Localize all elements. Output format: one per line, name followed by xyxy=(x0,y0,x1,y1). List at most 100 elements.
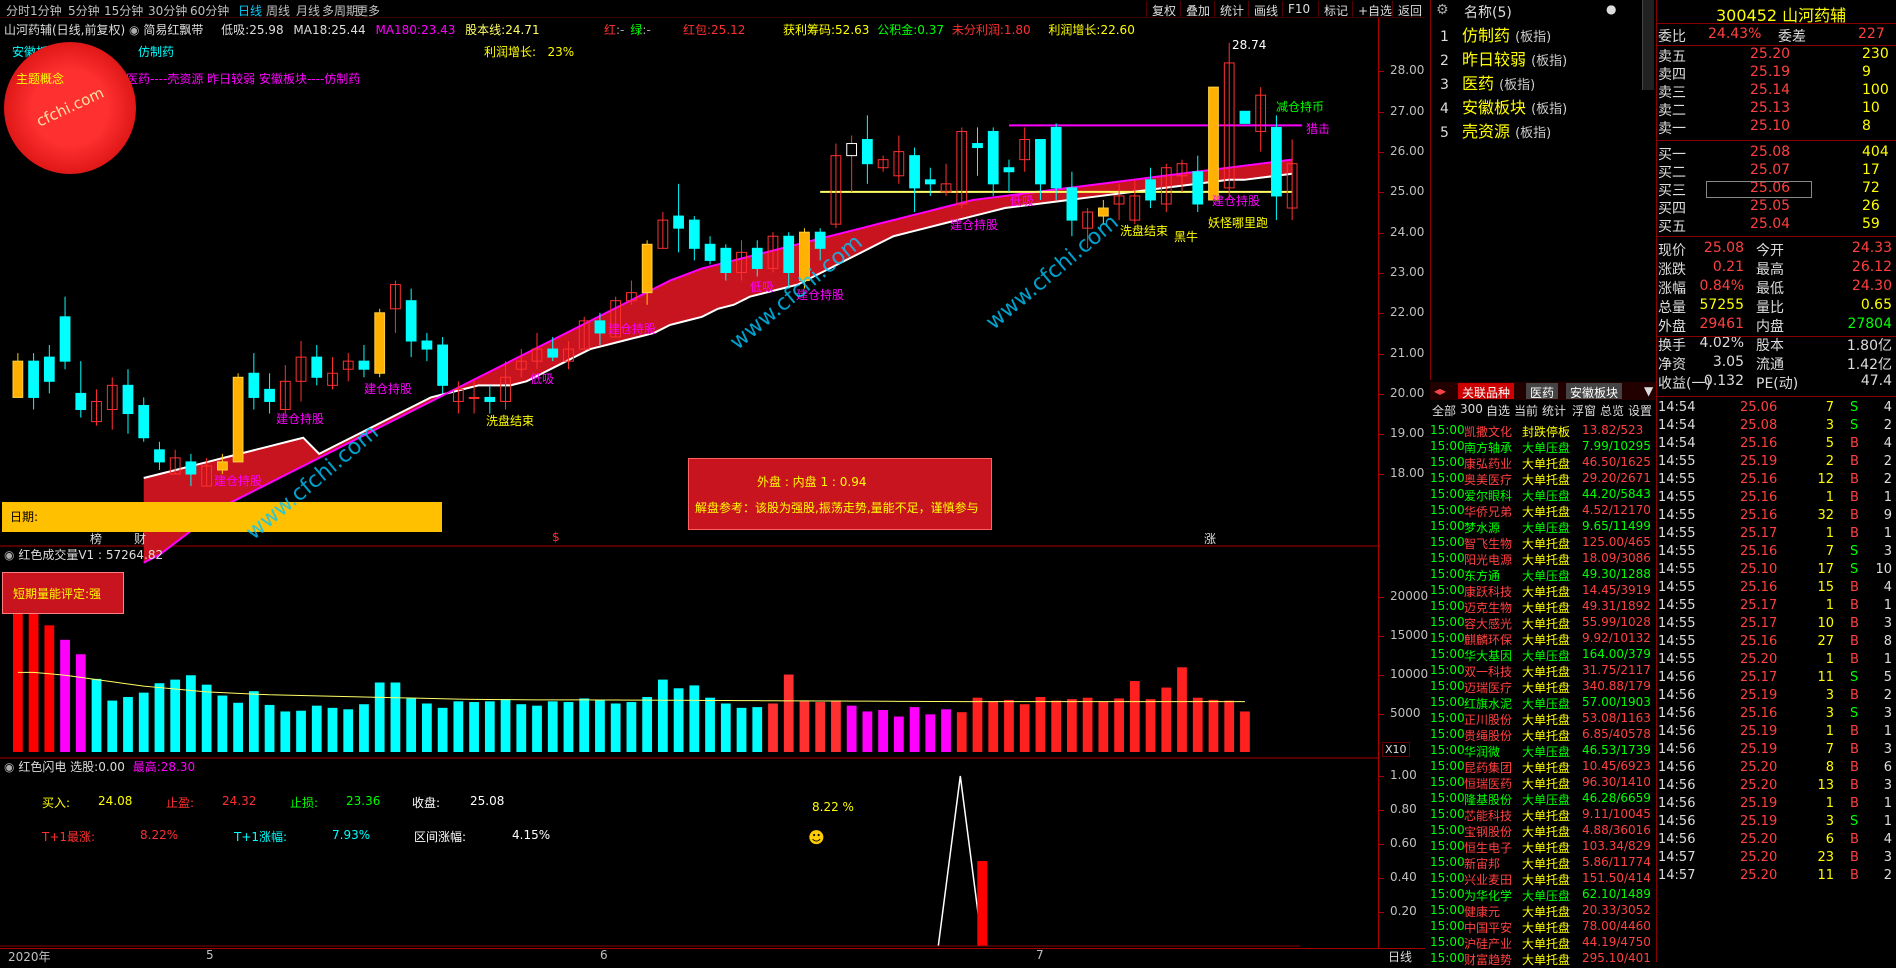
related-row[interactable]: 15:00 双一科技 大单托盘 31.75/2117 xyxy=(1430,663,1656,679)
tab-anhui[interactable]: 安徽板块 xyxy=(1566,383,1623,400)
related-row[interactable]: 15:00 南方轴承 大单压盘 7.99/10295 xyxy=(1430,439,1656,455)
filter-1[interactable]: 300 xyxy=(1460,402,1483,416)
related-row[interactable]: 15:00 东方通 大单压盘 49.30/1288 xyxy=(1430,567,1656,583)
related-row[interactable]: 15:00 红旗水泥 大单压盘 57.00/1903 xyxy=(1430,695,1656,711)
related-row[interactable]: 15:00 容大感光 大单托盘 55.99/1028 xyxy=(1430,615,1656,631)
related-row[interactable]: 15:00 隆基股份 大单压盘 46.28/6659 xyxy=(1430,791,1656,807)
volume-bar xyxy=(1224,700,1235,752)
related-row[interactable]: 15:00 麒麟环保 大单托盘 9.92/10132 xyxy=(1430,631,1656,647)
volume-unit[interactable]: X10 xyxy=(1382,742,1410,757)
volume-icon[interactable]: ◉ xyxy=(4,548,14,562)
watchlist-header[interactable]: 名称(5) xyxy=(1464,2,1512,22)
candle-body xyxy=(138,404,150,439)
filter-5[interactable]: 浮窗 xyxy=(1572,402,1596,419)
watchlist-dot-icon[interactable]: ● xyxy=(1606,2,1616,16)
related-row[interactable]: 15:00 正川股份 大单托盘 53.08/1163 xyxy=(1430,711,1656,727)
volume-bar xyxy=(752,707,763,752)
filter-7[interactable]: 设置 xyxy=(1628,402,1652,419)
related-row[interactable]: 15:00 华润微 大单压盘 46.53/1739 xyxy=(1430,743,1656,759)
filter-4[interactable]: 统计 xyxy=(1542,402,1566,419)
candle-body xyxy=(924,179,936,185)
candle-body xyxy=(358,360,370,370)
watchlist-item[interactable]: 5 壳资源 (板指) xyxy=(1440,118,1551,142)
back-button[interactable]: 返回 xyxy=(1392,1,1427,18)
period-indicator[interactable]: 日线 xyxy=(1388,948,1412,965)
indicator-icon[interactable]: ◉ xyxy=(129,23,139,37)
flash-max-value: 28.30 xyxy=(160,760,196,774)
tab-related[interactable]: 关联品种 xyxy=(1458,383,1515,400)
related-row[interactable]: 15:00 梦水源 大单压盘 9.65/11499 xyxy=(1430,519,1656,535)
related-row[interactable]: 15:00 迈克生物 大单托盘 49.31/1892 xyxy=(1430,599,1656,615)
related-value: 340.88/179 xyxy=(1582,679,1651,693)
low-value: 25.98 xyxy=(249,23,284,37)
tick-row: 14:55 25.17 10 B 3 xyxy=(1658,616,1892,631)
related-row[interactable]: 15:00 芯能科技 大单托盘 9.11/10045 xyxy=(1430,807,1656,823)
watchlist-item[interactable]: 1 仿制药 (板指) xyxy=(1440,22,1551,46)
tab-medicine[interactable]: 医药 xyxy=(1526,383,1559,400)
tick-row: 14:56 25.19 3 B 2 xyxy=(1658,688,1892,703)
related-row[interactable]: 15:00 爱尔眼科 大单压盘 44.20/5843 xyxy=(1430,487,1656,503)
volume-bar xyxy=(280,711,291,752)
watchlist-scrollbar[interactable] xyxy=(1642,0,1654,90)
related-stock: 华大基因 xyxy=(1464,649,1513,663)
filter-3[interactable]: 当前 xyxy=(1514,402,1538,419)
related-row[interactable]: 15:00 新宙邦 大单托盘 5.86/11774 xyxy=(1430,855,1656,871)
candle-body xyxy=(673,215,684,229)
related-row[interactable]: 15:00 财富趋势 大单托盘 295.10/401 xyxy=(1430,951,1656,967)
flash-tick-label: 0.80 xyxy=(1390,802,1417,816)
related-row[interactable]: 15:00 恒生电子 大单托盘 103.34/829 xyxy=(1430,839,1656,855)
filter-2[interactable]: 自选 xyxy=(1486,402,1510,419)
volume-bar xyxy=(60,639,70,752)
related-stock: 恒生电子 xyxy=(1464,841,1513,855)
candle-body xyxy=(59,316,71,362)
related-row[interactable]: 15:00 昆药集团 大单托盘 10.45/6923 xyxy=(1430,759,1656,775)
related-row[interactable]: 15:00 兴业麦田 大单托盘 151.50/414 xyxy=(1430,871,1656,887)
filter-6[interactable]: 总览 xyxy=(1600,402,1624,419)
related-row[interactable]: 15:00 康跃科技 大单托盘 14.45/3919 xyxy=(1430,583,1656,599)
related-row[interactable]: 15:00 智飞生物 大单托盘 125.00/465 xyxy=(1430,535,1656,551)
candle-body xyxy=(405,300,417,342)
related-stock: 梦水源 xyxy=(1464,521,1501,535)
watchlist-item[interactable]: 4 安徽板块 (板指) xyxy=(1440,94,1567,118)
related-value: 44.20/5843 xyxy=(1582,487,1651,501)
volume-bar xyxy=(516,704,527,752)
related-row[interactable]: 15:00 贵绳股份 大单托盘 6.85/40578 xyxy=(1430,727,1656,743)
related-left-arrow-icon[interactable]: ◂▸ xyxy=(1430,383,1450,399)
related-row[interactable]: 15:00 沪硅产业 大单托盘 44.19/4750 xyxy=(1430,935,1656,951)
related-row[interactable]: 15:00 中国平安 大单托盘 78.00/4460 xyxy=(1430,919,1656,935)
related-collapse-icon[interactable]: ▼ xyxy=(1640,383,1657,399)
indicator-name[interactable]: 简易红飘带 xyxy=(143,23,203,37)
related-stock: 贵绳股份 xyxy=(1464,729,1513,743)
volume-bar xyxy=(547,701,558,752)
related-row[interactable]: 15:00 凯撒文化 封跌停板 13.82/523 xyxy=(1430,423,1656,439)
related-row[interactable]: 15:00 为华化学 大单压盘 62.10/1489 xyxy=(1430,887,1656,903)
volume-bar xyxy=(248,691,259,752)
related-row[interactable]: 15:00 恒瑞医药 大单托盘 96.30/1410 xyxy=(1430,775,1656,791)
price-tick-label: 22.00 xyxy=(1390,305,1425,319)
flash-icon[interactable]: ◉ xyxy=(4,760,14,774)
watchlist-item[interactable]: 3 医药 (板指) xyxy=(1440,70,1535,94)
flash-pick-label: 选股: xyxy=(70,760,99,774)
related-row[interactable]: 15:00 华侨兄弟 大单托盘 4.52/12170 xyxy=(1430,503,1656,519)
volume-bar xyxy=(595,699,605,752)
related-row[interactable]: 15:00 康弘药业 大单托盘 46.50/1625 xyxy=(1430,455,1656,471)
candle-body xyxy=(704,243,716,261)
related-row[interactable]: 15:00 奥美医疗 大单托盘 29.20/2671 xyxy=(1430,471,1656,487)
related-row[interactable]: 15:00 迈瑞医疗 大单托盘 340.88/179 xyxy=(1430,679,1656,695)
related-row[interactable]: 15:00 华大基因 大单压盘 164.00/379 xyxy=(1430,647,1656,663)
related-value: 13.82/523 xyxy=(1582,423,1644,437)
candle-body xyxy=(1066,187,1078,221)
related-row[interactable]: 15:00 宝钢股份 大单托盘 4.88/36016 xyxy=(1430,823,1656,839)
flash-header: ◉ 红色闪电 选股:0.00 最高:28.30 xyxy=(4,758,195,775)
related-stock: 阳光电源 xyxy=(1464,553,1513,567)
related-row[interactable]: 15:00 阳光电源 大单托盘 18.09/3086 xyxy=(1430,551,1656,567)
volume-bar xyxy=(91,678,102,752)
related-stock: 双一科技 xyxy=(1464,665,1513,679)
filter-0[interactable]: 全部 xyxy=(1432,402,1456,419)
related-value: 96.30/1410 xyxy=(1582,775,1651,789)
weibi-row: 委比 24.43% 委差 227 xyxy=(1658,26,1885,45)
related-row[interactable]: 15:00 健康元 大单托盘 20.33/3052 xyxy=(1430,903,1656,919)
ribbon-upper-line xyxy=(143,172,1293,479)
settings-gear-icon[interactable]: ⚙ xyxy=(1436,2,1449,18)
watchlist-item[interactable]: 2 昨日较弱 (板指) xyxy=(1440,46,1567,70)
